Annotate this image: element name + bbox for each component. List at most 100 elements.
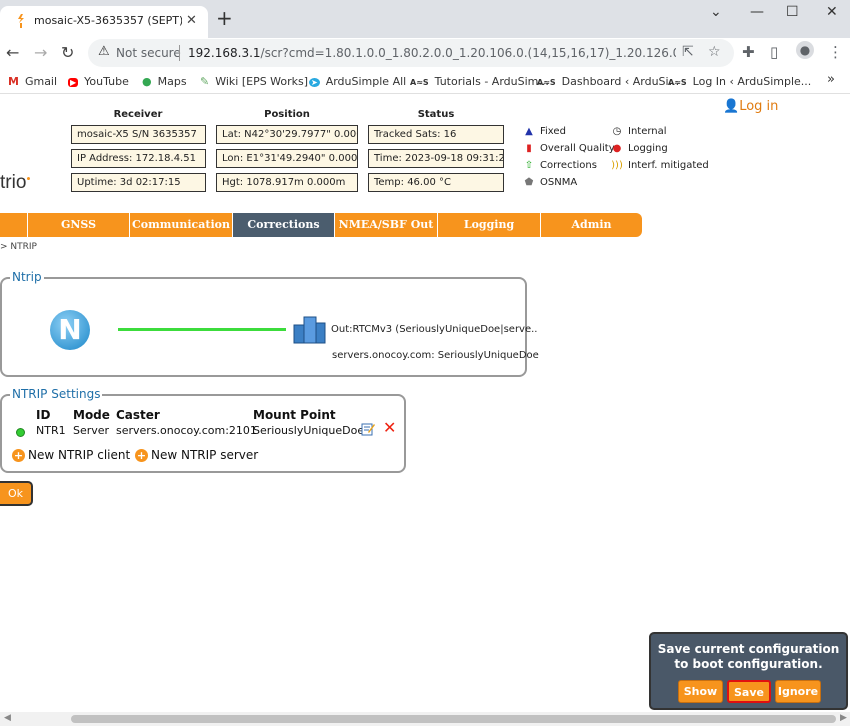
ardusimple-icon: A≈S bbox=[410, 78, 429, 87]
legend-internal: ◷ Internal bbox=[610, 126, 667, 137]
legend-corrections: ⇧ Corrections bbox=[522, 160, 597, 171]
horizontal-scrollbar[interactable]: ◀ ▶ bbox=[0, 712, 850, 726]
side-panel-icon[interactable]: ▯ bbox=[770, 43, 778, 61]
delete-icon[interactable]: ✕ bbox=[383, 418, 396, 437]
save-config-message: Save current configuration to boot confi… bbox=[651, 642, 846, 672]
connection-line bbox=[118, 328, 286, 331]
tab-search-icon[interactable]: ⌄ bbox=[710, 4, 722, 20]
minimize-button[interactable]: — bbox=[750, 4, 764, 20]
address-bar[interactable]: ⚠ Not secure 192.168.3.1/scr?cmd=1.80.1.… bbox=[88, 39, 734, 67]
legend-label: Internal bbox=[628, 126, 667, 137]
warning-icon[interactable]: ⚠ bbox=[98, 44, 110, 59]
reload-icon[interactable]: ↻ bbox=[61, 43, 74, 62]
connection-status-icon bbox=[16, 428, 25, 437]
legend-logging: ● Logging bbox=[610, 143, 668, 154]
ignore-button[interactable]: Ignore bbox=[775, 680, 821, 703]
col-id: ID bbox=[36, 408, 51, 422]
ok-button[interactable]: Ok bbox=[0, 481, 33, 506]
url-text[interactable]: 192.168.3.1/scr?cmd=1.80.1.0.0_1.80.2.0.… bbox=[188, 46, 676, 60]
extensions-icon[interactable]: ✚ bbox=[742, 43, 755, 61]
new-client-label: New NTRIP client bbox=[28, 448, 131, 462]
browser-menu-icon[interactable]: ⋮ bbox=[828, 43, 843, 61]
legend-overall-quality: ▮ Overall Quality bbox=[522, 143, 614, 154]
legend-label: Logging bbox=[628, 143, 668, 154]
brand-mark: ● bbox=[26, 175, 31, 183]
bookmark-tutorials[interactable]: A≈S Tutorials - ArduSim... bbox=[410, 75, 549, 88]
bookmark-login[interactable]: A≈S Log In ‹ ArduSimple... bbox=[668, 75, 811, 88]
save-button[interactable]: Save bbox=[727, 680, 771, 703]
login-link[interactable]: 👤Log in bbox=[723, 99, 778, 114]
tab-close-icon[interactable]: ✕ bbox=[186, 13, 197, 28]
youtube-icon: ▶ bbox=[68, 78, 79, 87]
scrollbar-thumb[interactable] bbox=[71, 715, 836, 723]
wiki-icon: ✎ bbox=[200, 75, 210, 88]
forward-arrow-icon[interactable]: → bbox=[34, 43, 47, 62]
col-mode: Mode bbox=[73, 408, 110, 422]
edit-icon[interactable] bbox=[361, 422, 375, 436]
show-button[interactable]: Show bbox=[678, 680, 723, 703]
bookmark-dashboard[interactable]: A≈S Dashboard ‹ ArduSi... bbox=[537, 75, 679, 88]
menu-logging[interactable]: Logging bbox=[437, 213, 540, 237]
not-secure-label[interactable]: Not secure bbox=[116, 46, 181, 60]
new-ntrip-server-link[interactable]: + New NTRIP server bbox=[135, 448, 258, 462]
new-tab-button[interactable]: + bbox=[216, 8, 233, 28]
login-label: Log in bbox=[739, 99, 779, 114]
legend-interf-mitigated: ))) Interf. mitigated bbox=[610, 160, 709, 171]
bookmark-label: Tutorials - ArduSim... bbox=[434, 75, 549, 88]
legend-label: Fixed bbox=[540, 126, 566, 137]
bookmark-label: Dashboard ‹ ArduSi... bbox=[561, 75, 680, 88]
fixed-triangle-icon: ▲ bbox=[525, 126, 533, 137]
ardusimple-icon: A≈S bbox=[668, 78, 687, 87]
bookmark-ardusimple-all[interactable]: ➤ ArduSimple All bbox=[309, 75, 406, 88]
new-ntrip-client-link[interactable]: + New NTRIP client bbox=[12, 448, 130, 462]
bookmark-wiki[interactable]: ✎ Wiki [EPS Works] bbox=[200, 75, 308, 88]
bookmark-label: Log In ‹ ArduSimple... bbox=[692, 75, 812, 88]
bookmark-gmail[interactable]: M Gmail bbox=[8, 75, 57, 88]
position-lat: Lat: N42°30'29.7977" 0.000m bbox=[216, 125, 358, 144]
legend-label: Corrections bbox=[540, 160, 597, 171]
status-tracked-sats: Tracked Sats: 16 bbox=[368, 125, 504, 144]
legend-osnma: ⬟ OSNMA bbox=[522, 177, 578, 188]
receiver-heading: Receiver bbox=[113, 109, 163, 120]
legend-label: OSNMA bbox=[540, 177, 578, 188]
menu-communication[interactable]: Communication bbox=[129, 213, 232, 237]
url-path: /scr?cmd=1.80.1.0.0_1.80.2.0.0_1.20.106.… bbox=[260, 46, 676, 60]
status-temp: Temp: 46.00 °C bbox=[368, 173, 504, 192]
scroll-left-icon[interactable]: ◀ bbox=[4, 713, 11, 723]
row-mount-point: SeriouslyUniqueDoe bbox=[253, 424, 365, 437]
receiver-model: mosaic-X5 S/N 3635357 bbox=[71, 125, 206, 144]
bookmark-star-icon[interactable]: ☆ bbox=[708, 44, 721, 60]
bookmark-label: Maps bbox=[157, 75, 187, 88]
share-icon[interactable]: ⇱ bbox=[682, 44, 694, 60]
plus-icon: + bbox=[12, 449, 25, 462]
window-close-button[interactable]: ✕ bbox=[826, 4, 838, 20]
menu-gnss[interactable]: GNSS bbox=[27, 213, 129, 237]
ardusimple-icon: A≈S bbox=[537, 78, 556, 87]
caster-server-icon bbox=[293, 316, 326, 344]
menu-nmea-sbf-out[interactable]: NMEA/SBF Out bbox=[334, 213, 437, 237]
browser-tab[interactable]: mosaic-X5-3635357 (SEPT) - Sep ✕ bbox=[0, 6, 208, 38]
bookmark-label: Wiki [EPS Works] bbox=[215, 75, 309, 88]
back-arrow-icon[interactable]: ← bbox=[6, 43, 19, 62]
gmail-icon: M bbox=[8, 75, 19, 88]
plus-icon: + bbox=[135, 449, 148, 462]
maximize-button[interactable]: ☐ bbox=[786, 4, 799, 20]
status-heading: Status bbox=[417, 109, 455, 120]
save-config-popup: Save current configuration to boot confi… bbox=[649, 632, 848, 710]
more-bookmarks-icon[interactable]: » bbox=[827, 72, 835, 87]
ntrip-panel-title: Ntrip bbox=[10, 270, 44, 284]
bookmark-maps[interactable]: ● Maps bbox=[142, 75, 187, 88]
col-caster: Caster bbox=[116, 408, 160, 422]
clock-icon: ◷ bbox=[612, 126, 622, 137]
bookmark-youtube[interactable]: ▶ YouTube bbox=[68, 75, 129, 88]
save-message-line2: to boot configuration. bbox=[674, 657, 823, 671]
menu-corrections[interactable]: Corrections bbox=[232, 213, 334, 237]
ntrip-settings-title: NTRIP Settings bbox=[10, 387, 103, 401]
bookmark-label: ArduSimple All bbox=[325, 75, 407, 88]
brand-logo: trio● bbox=[0, 172, 31, 194]
telegram-icon: ➤ bbox=[309, 78, 320, 87]
scroll-right-icon[interactable]: ▶ bbox=[840, 713, 847, 723]
menu-admin[interactable]: Admin bbox=[540, 213, 642, 237]
position-hgt: Hgt: 1078.917m 0.000m bbox=[216, 173, 358, 192]
profile-avatar-icon[interactable]: ● bbox=[796, 41, 814, 59]
